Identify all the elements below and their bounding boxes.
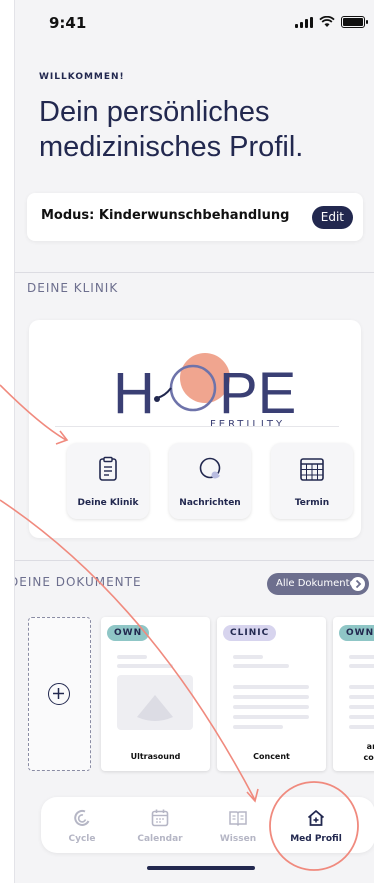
divider — [15, 560, 374, 561]
placeholder-line — [349, 715, 374, 719]
nav-item-cycle[interactable]: Cycle — [47, 797, 117, 853]
nav-label: Wissen — [219, 834, 257, 844]
document-card-concent[interactable]: CLINIC Concent — [217, 617, 326, 771]
treatment-mode-card: Modus: Kinderwunschbehandlung Edit — [27, 193, 363, 241]
mode-label: Modus: Kinderwunschbehandlung — [41, 208, 290, 223]
placeholder-line — [349, 705, 374, 709]
nav-label: Calendar — [137, 834, 183, 844]
chevron-right-icon — [351, 577, 365, 591]
document-tag-own: OWN — [339, 625, 374, 641]
tile-termin[interactable]: Termin — [271, 443, 353, 519]
document-tag-clinic: CLINIC — [223, 625, 277, 641]
placeholder-line — [233, 655, 263, 659]
logo-letters-pe: PE — [219, 361, 296, 426]
tile-label: Termin — [294, 498, 330, 508]
app-screen: 9:41 WILLKOMMEN! Dein persönliches mediz… — [14, 0, 374, 883]
document-caption: consectet — [363, 753, 374, 762]
chat-bubble-icon — [199, 457, 221, 479]
placeholder-line — [233, 685, 309, 689]
documents-section-title: DEINE DOKUMENTE — [14, 575, 142, 589]
nav-item-med-profil[interactable]: Med Profil — [281, 797, 351, 853]
status-bar: 9:41 — [15, 0, 374, 50]
signal-icon — [295, 16, 313, 28]
placeholder-line — [233, 705, 309, 709]
placeholder-line — [233, 725, 283, 729]
ultrasound-image-placeholder — [117, 675, 193, 730]
bottom-navigation: Cycle Calendar Wissen Med Profil — [41, 797, 374, 853]
cycle-icon — [74, 809, 90, 826]
tile-label: Deine Klinik — [77, 498, 139, 508]
hope-fertility-logo: H PE FERTILITY — [113, 353, 296, 428]
battery-icon — [341, 16, 368, 28]
welcome-eyebrow: WILLKOMMEN! — [39, 72, 125, 82]
page-title: Dein persönliches medizinisches Profil. — [39, 96, 304, 163]
document-caption: Ultrasound — [130, 752, 181, 761]
calendar-grid-icon — [300, 458, 324, 481]
book-icon — [229, 811, 247, 827]
clinic-section-title: DEINE KLINIK — [27, 281, 119, 295]
nav-item-calendar[interactable]: Calendar — [125, 797, 195, 853]
placeholder-line — [349, 655, 374, 659]
nav-label: Cycle — [68, 834, 96, 844]
tile-deine-klinik[interactable]: Deine Klinik — [67, 443, 149, 519]
document-card-amet-sit[interactable]: OWN amet-sit consectet — [333, 617, 374, 771]
placeholder-line — [117, 655, 147, 659]
add-document-button[interactable] — [28, 617, 91, 771]
all-documents-label: Alle Dokumente — [276, 578, 356, 589]
placeholder-line — [349, 695, 374, 699]
tile-nachrichten[interactable]: Nachrichten — [169, 443, 251, 519]
placeholder-line — [349, 685, 374, 689]
tile-label: Nachrichten — [179, 498, 241, 508]
all-documents-button[interactable]: Alle Dokumente — [267, 573, 369, 595]
calendar-icon — [151, 809, 169, 827]
status-time: 9:41 — [49, 14, 87, 32]
home-plus-icon — [307, 810, 325, 826]
nav-label: Med Profil — [290, 834, 342, 844]
placeholder-line — [117, 664, 173, 668]
wifi-icon — [319, 16, 335, 27]
edit-mode-button[interactable]: Edit — [311, 206, 353, 229]
divider — [55, 426, 339, 427]
nav-item-wissen[interactable]: Wissen — [203, 797, 273, 853]
placeholder-line — [233, 715, 309, 719]
document-tag-own: OWN — [107, 625, 150, 641]
document-caption: amet-sit — [366, 742, 374, 751]
status-icons — [295, 16, 368, 28]
clinic-card: H PE FERTILITY Deine Klinik Nachrichten — [29, 320, 361, 538]
document-card-ultrasound[interactable]: OWN Ultrasound — [101, 617, 210, 771]
home-indicator — [147, 866, 255, 870]
clipboard-icon — [99, 456, 117, 481]
divider — [15, 272, 374, 273]
logo-letter-h: H — [113, 361, 155, 426]
documents-header: DEINE DOKUMENTE Alle Dokumente — [15, 570, 374, 598]
document-caption: Concent — [253, 752, 290, 761]
placeholder-line — [349, 664, 374, 668]
plus-circle-icon — [48, 683, 70, 705]
placeholder-line — [349, 725, 374, 729]
placeholder-line — [233, 695, 309, 699]
placeholder-line — [233, 664, 289, 668]
